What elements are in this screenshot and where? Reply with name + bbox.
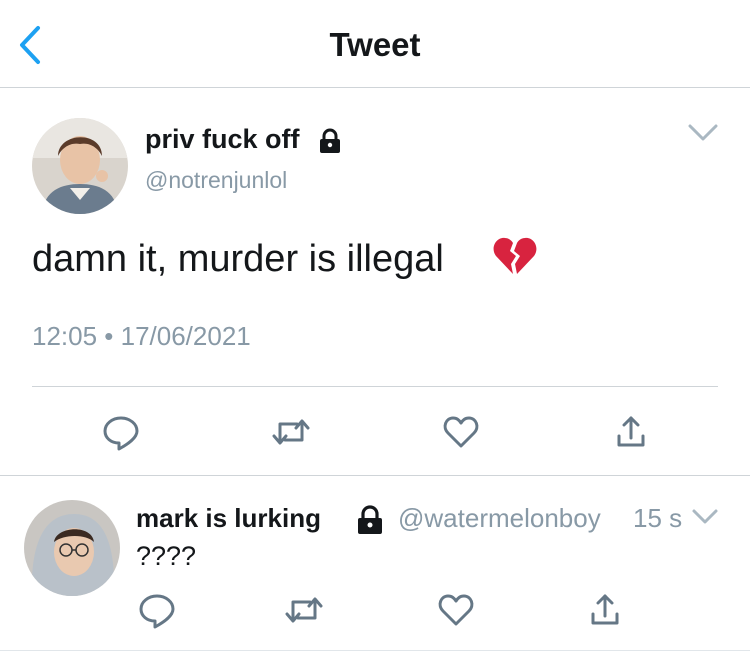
reply-display-name[interactable]: mark is lurking: [136, 503, 321, 534]
page-title: Tweet: [329, 26, 421, 63]
tweet-text: damn it, murder is illegal: [32, 238, 444, 280]
reply-handle[interactable]: @watermelonboy: [398, 503, 601, 534]
display-name[interactable]: priv fuck off: [145, 124, 300, 155]
avatar[interactable]: [32, 118, 128, 214]
reply-icon[interactable]: [137, 590, 177, 630]
chevron-down-icon[interactable]: [690, 506, 720, 528]
timestamp: 12:05 • 17/06/2021: [32, 321, 251, 351]
reply-text: ????: [136, 541, 197, 571]
lock-icon: [320, 128, 340, 153]
retweet-icon[interactable]: [284, 590, 324, 630]
divider: [32, 386, 718, 387]
broken-heart-emoji-icon: [493, 237, 537, 274]
like-icon[interactable]: [441, 412, 481, 452]
share-icon[interactable]: [585, 590, 625, 630]
like-icon[interactable]: [436, 590, 476, 630]
handle[interactable]: @notrenjunlol: [145, 167, 287, 194]
share-icon[interactable]: [611, 412, 651, 452]
bottom-divider: [0, 650, 750, 651]
reply-icon[interactable]: [101, 412, 141, 452]
lock-icon: [358, 505, 382, 534]
thread-divider: [0, 475, 750, 476]
header-divider: [0, 87, 750, 88]
chevron-down-icon[interactable]: [686, 122, 720, 144]
reply-avatar[interactable]: [24, 500, 120, 596]
reply-time: 15 s: [633, 503, 683, 533]
retweet-icon[interactable]: [271, 412, 311, 452]
